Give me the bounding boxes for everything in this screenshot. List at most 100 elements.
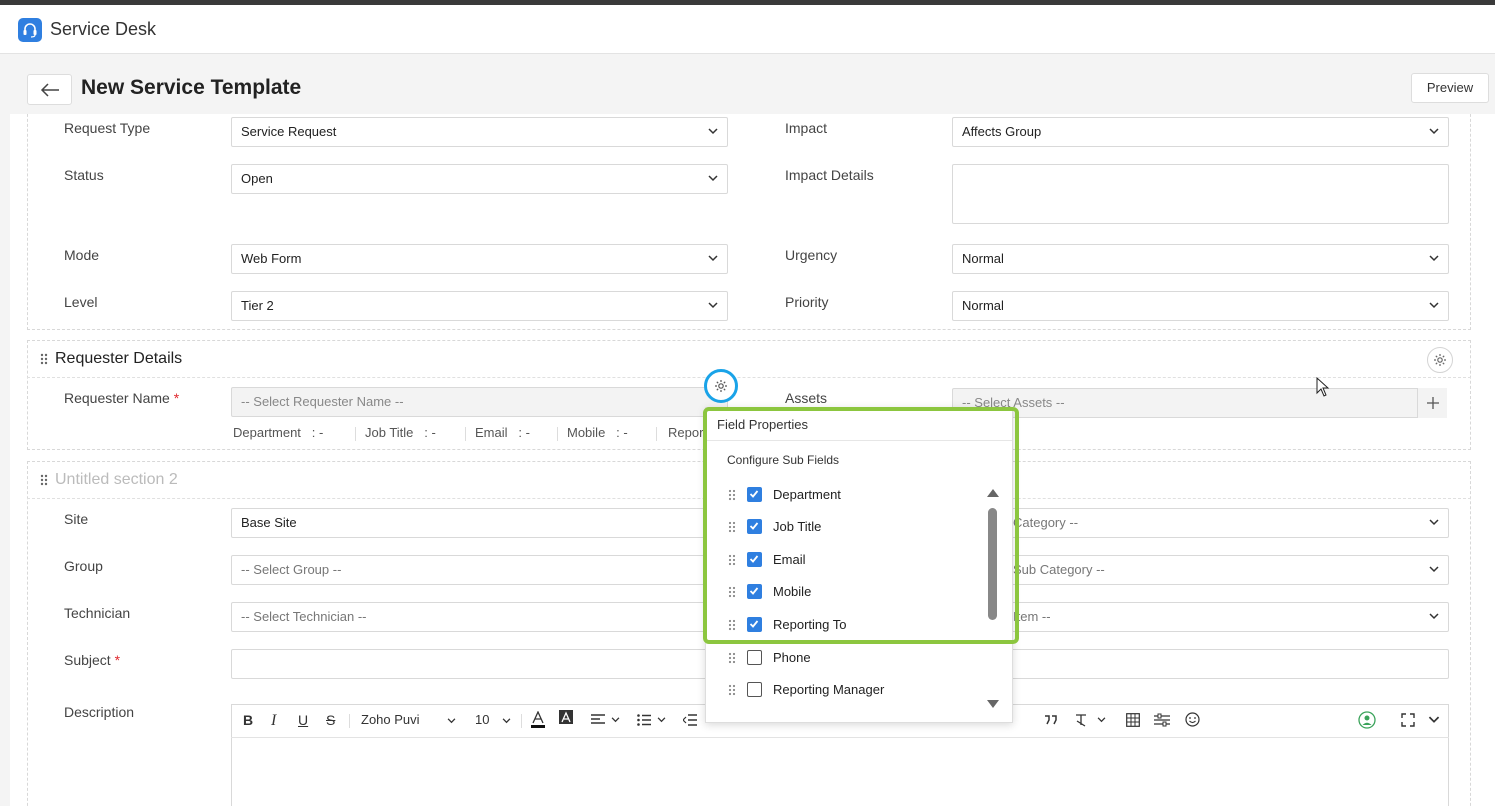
scroll-up-icon[interactable] bbox=[987, 489, 999, 497]
underline-icon[interactable]: U bbox=[298, 712, 308, 728]
popup-title: Field Properties bbox=[706, 408, 1012, 441]
drag-handle-icon[interactable] bbox=[40, 474, 48, 486]
subfield-option-reporting-to[interactable]: Reporting To bbox=[726, 614, 986, 636]
quote-icon[interactable] bbox=[1044, 714, 1058, 726]
level-label: Level bbox=[64, 294, 98, 310]
mouse-cursor-icon bbox=[1316, 377, 1330, 397]
status-select[interactable]: Open bbox=[231, 164, 728, 194]
bold-icon[interactable]: B bbox=[243, 712, 253, 728]
mode-select[interactable]: Web Form bbox=[231, 244, 728, 274]
requester-name-label: Requester Name * bbox=[64, 390, 180, 406]
drag-handle-icon[interactable] bbox=[728, 619, 736, 631]
checkbox-checked[interactable] bbox=[747, 519, 762, 534]
priority-label: Priority bbox=[785, 294, 829, 310]
chevron-down-icon[interactable] bbox=[1428, 716, 1440, 724]
site-label: Site bbox=[64, 511, 89, 527]
subfield-option-mobile[interactable]: Mobile bbox=[726, 581, 986, 603]
scroll-down-icon[interactable] bbox=[987, 700, 999, 708]
user-mention-icon[interactable] bbox=[1358, 711, 1376, 729]
drag-handle-icon[interactable] bbox=[728, 489, 736, 501]
subfield-reporting-to: Repor bbox=[668, 425, 704, 440]
description-label: Description bbox=[64, 704, 135, 720]
assets-input[interactable]: -- Select Assets -- bbox=[952, 388, 1447, 418]
chevron-down-icon bbox=[1429, 128, 1439, 135]
back-button[interactable] bbox=[27, 74, 72, 105]
status-label: Status bbox=[64, 167, 104, 183]
impact-details-label: Impact Details bbox=[785, 167, 874, 183]
toolbar-separator bbox=[349, 714, 350, 728]
font-size-select[interactable]: 10 bbox=[475, 712, 489, 727]
impact-select[interactable]: Affects Group bbox=[952, 117, 1449, 147]
drag-handle-icon[interactable] bbox=[728, 684, 736, 696]
popup-scrollbar-thumb[interactable] bbox=[988, 508, 997, 620]
assets-label: Assets bbox=[785, 390, 828, 406]
page-header: New Service Template Preview bbox=[0, 54, 1495, 114]
drag-handle-icon[interactable] bbox=[728, 554, 736, 566]
level-select[interactable]: Tier 2 bbox=[231, 291, 728, 321]
field-settings-button[interactable] bbox=[704, 369, 738, 403]
page-title: New Service Template bbox=[81, 76, 302, 99]
technician-select[interactable]: -- Select Technician -- bbox=[231, 602, 728, 632]
settings-sliders-icon[interactable] bbox=[1154, 713, 1170, 727]
strikethrough-icon[interactable]: S bbox=[326, 712, 335, 728]
impact-details-textarea[interactable] bbox=[952, 164, 1449, 224]
emoji-icon[interactable] bbox=[1185, 712, 1200, 727]
subcategory-select[interactable]: Sub Category -- bbox=[952, 555, 1449, 585]
italic-icon[interactable]: I bbox=[271, 712, 276, 730]
list-icon[interactable] bbox=[637, 714, 651, 726]
urgency-select[interactable]: Normal bbox=[952, 244, 1449, 274]
subfield-option-phone[interactable]: Phone bbox=[726, 647, 986, 669]
subfield-option-label: Department bbox=[773, 487, 841, 502]
preview-button[interactable]: Preview bbox=[1411, 73, 1489, 103]
section-settings-button[interactable] bbox=[1427, 347, 1453, 373]
table-icon[interactable] bbox=[1126, 713, 1140, 727]
popup-subtitle: Configure Sub Fields bbox=[727, 453, 840, 467]
subfield-option-department[interactable]: Department bbox=[726, 484, 986, 506]
chevron-down-icon bbox=[1429, 255, 1439, 262]
site-select[interactable]: Base Site bbox=[231, 508, 728, 538]
technician-label: Technician bbox=[64, 605, 131, 621]
drag-handle-icon[interactable] bbox=[728, 586, 736, 598]
priority-select[interactable]: Normal bbox=[952, 291, 1449, 321]
checkmark-icon bbox=[749, 522, 759, 530]
arrow-left-icon bbox=[40, 83, 59, 97]
chevron-down-icon bbox=[1429, 566, 1439, 573]
checkbox-unchecked[interactable] bbox=[747, 682, 762, 697]
app-title: Service Desk bbox=[50, 19, 157, 39]
subfield-separator bbox=[557, 427, 558, 441]
category-select[interactable]: Category -- bbox=[952, 508, 1449, 538]
checkbox-checked[interactable] bbox=[747, 487, 762, 502]
add-asset-button[interactable] bbox=[1417, 388, 1447, 418]
outdent-icon[interactable] bbox=[683, 714, 697, 726]
checkbox-checked[interactable] bbox=[747, 584, 762, 599]
section-title-untitled: Untitled section 2 bbox=[55, 471, 178, 488]
checkmark-icon bbox=[749, 587, 759, 595]
drag-handle-icon[interactable] bbox=[728, 521, 736, 533]
text-color-icon[interactable] bbox=[531, 711, 545, 729]
group-select[interactable]: -- Select Group -- bbox=[231, 555, 728, 585]
subfield-option-job-title[interactable]: Job Title bbox=[726, 516, 986, 538]
drag-handle-icon[interactable] bbox=[40, 353, 48, 365]
checkbox-checked[interactable] bbox=[747, 552, 762, 567]
chevron-down-icon bbox=[708, 255, 718, 262]
checkbox-unchecked[interactable] bbox=[747, 650, 762, 665]
checkbox-checked[interactable] bbox=[747, 617, 762, 632]
checkmark-icon bbox=[749, 555, 759, 563]
request-type-select[interactable]: Service Request bbox=[231, 117, 728, 147]
field-properties-popup: Field Properties Configure Sub Fields De… bbox=[705, 407, 1013, 723]
item-select[interactable]: Item -- bbox=[952, 602, 1449, 632]
subfield-option-reporting-manager[interactable]: Reporting Manager bbox=[726, 679, 986, 701]
chevron-down-icon bbox=[447, 718, 456, 724]
section-divider bbox=[27, 377, 1471, 378]
subfield-option-email[interactable]: Email bbox=[726, 549, 986, 571]
clear-format-icon[interactable] bbox=[1074, 713, 1088, 727]
font-family-select[interactable]: Zoho Puvi bbox=[361, 712, 420, 727]
highlight-color-icon[interactable] bbox=[559, 710, 573, 726]
align-icon[interactable] bbox=[591, 714, 605, 726]
chevron-down-icon bbox=[1429, 302, 1439, 309]
requester-name-input[interactable]: -- Select Requester Name -- bbox=[231, 387, 728, 417]
chevron-down-icon bbox=[1429, 613, 1439, 620]
subfield-separator bbox=[355, 427, 356, 441]
fullscreen-icon[interactable] bbox=[1401, 713, 1415, 727]
drag-handle-icon[interactable] bbox=[728, 652, 736, 664]
